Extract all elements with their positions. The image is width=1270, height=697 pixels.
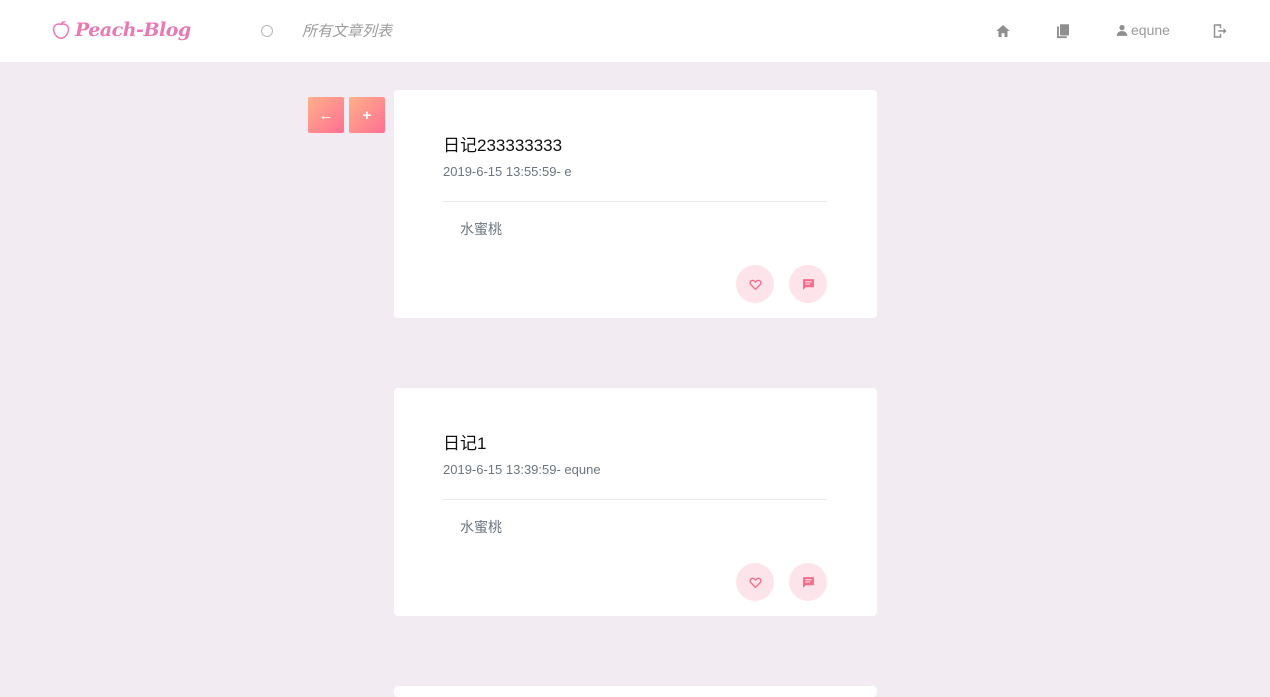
divider — [443, 499, 827, 500]
books-icon — [1057, 24, 1069, 39]
logout-button[interactable] — [1210, 22, 1228, 40]
circle-indicator — [261, 25, 273, 37]
post-title[interactable]: 日记1 — [443, 429, 486, 454]
page-heading: 所有文章列表 — [302, 23, 393, 40]
divider — [443, 201, 827, 202]
post-body: 水蜜桃 — [460, 221, 502, 237]
user-icon — [1116, 25, 1128, 36]
like-button[interactable] — [736, 563, 774, 601]
post-meta: 2019-6-15 13:55:59- e — [443, 164, 572, 179]
site-logo[interactable]: Peach-Blog — [50, 14, 191, 46]
post-meta: 2019-6-15 13:39:59- equne — [443, 462, 601, 477]
post-card[interactable]: 日记233333333 2019-6-15 13:55:59- e 水蜜桃 — [394, 90, 877, 318]
home-icon — [996, 25, 1010, 37]
post-body: 水蜜桃 — [460, 519, 502, 535]
like-button[interactable] — [736, 265, 774, 303]
back-button[interactable]: ← — [308, 97, 344, 133]
user-profile-link[interactable]: equne — [1115, 22, 1170, 38]
logout-icon — [1213, 24, 1227, 38]
top-navbar: Peach-Blog 所有文章列表 equne — [0, 0, 1270, 62]
add-post-button[interactable]: + — [349, 97, 385, 133]
comment-icon — [802, 576, 814, 588]
user-name: equne — [1131, 22, 1170, 38]
post-card[interactable]: 日记1 2019-6-15 13:39:59- equne 水蜜桃 — [394, 388, 877, 616]
comment-button[interactable] — [789, 563, 827, 601]
heart-icon — [748, 577, 762, 588]
books-link[interactable] — [1054, 22, 1072, 40]
post-title[interactable]: 日记233333333 — [443, 131, 562, 156]
home-link[interactable] — [994, 22, 1012, 40]
heart-icon — [748, 279, 762, 290]
comment-icon — [802, 278, 814, 290]
comment-button[interactable] — [789, 265, 827, 303]
logo-text: Peach-Blog — [75, 19, 191, 41]
peach-icon — [52, 21, 70, 39]
post-card[interactable] — [394, 686, 877, 697]
